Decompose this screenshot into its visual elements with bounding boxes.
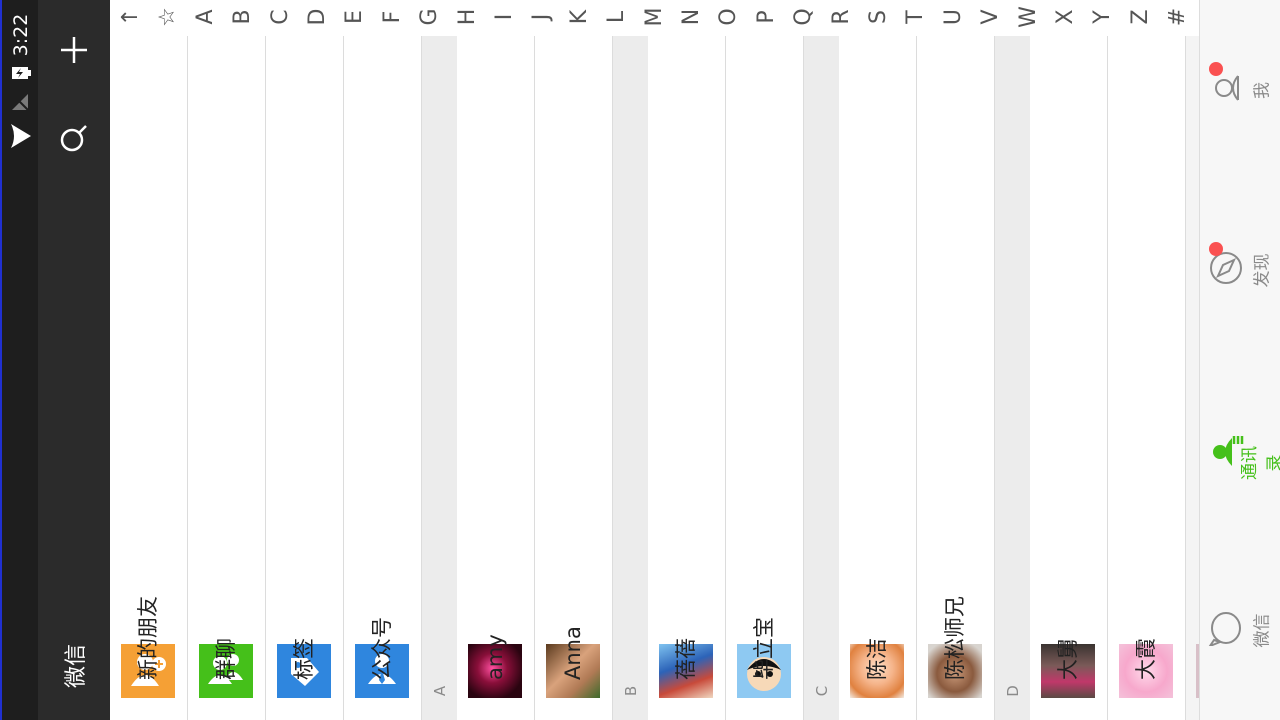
contact-row-beibei[interactable]: 蓓蓓 [648, 36, 726, 720]
contact-name: 群聊 [214, 638, 238, 680]
index-letter[interactable]: L [604, 4, 630, 30]
notification-badge [1209, 242, 1223, 256]
contact-row-anna[interactable]: Anna [535, 36, 613, 720]
index-letter[interactable]: D [305, 4, 331, 30]
section-letter: A [431, 685, 449, 697]
section-header-d: D [995, 36, 1030, 720]
contact-name: 大舅 [1056, 638, 1080, 680]
index-letter[interactable]: I [492, 4, 518, 30]
index-letter[interactable]: X [1053, 4, 1079, 30]
section-header-c: C [804, 36, 839, 720]
tab-label: 微信 [1252, 613, 1273, 648]
alphabet-index-bar[interactable]: ↑ ☆ A B C D E F G H I J K L M N O P Q R S T U V W X Y Z # [110, 0, 1199, 34]
index-letter[interactable]: Z [1128, 4, 1154, 30]
notification-badge [1209, 62, 1223, 76]
tab-me[interactable]: 我 [1200, 50, 1280, 130]
compass-icon [1208, 250, 1244, 290]
contact-row-amy[interactable]: amy [457, 36, 535, 720]
contact-row-bilibao[interactable]: 毕立宝 [726, 36, 804, 720]
contact-name: 蓓蓓 [674, 638, 698, 680]
contact-row-chensong[interactable]: 陈松师兄 [917, 36, 995, 720]
contact-row-official-accounts[interactable]: 公众号 [344, 36, 422, 720]
contact-row-chenjie[interactable]: 陈洁 [839, 36, 917, 720]
index-letter[interactable]: E [342, 4, 368, 30]
search-button[interactable] [58, 122, 90, 154]
contact-name: 陈洁 [865, 638, 889, 680]
index-letter[interactable]: B [230, 4, 256, 30]
tab-chats[interactable]: 微信 [1200, 590, 1280, 670]
tab-discover[interactable]: 发现 [1200, 230, 1280, 310]
index-letter[interactable]: K [567, 4, 593, 30]
index-letter[interactable]: P [754, 4, 780, 30]
chat-bubble-icon [1207, 610, 1244, 650]
index-letter[interactable]: W [1016, 4, 1042, 30]
index-letter[interactable]: # [1165, 4, 1191, 30]
section-letter: C [813, 685, 831, 697]
contact-name: 大霞 [1134, 638, 1158, 680]
index-letter[interactable]: J [529, 4, 555, 30]
contact-row-daxia[interactable]: 大霞 [1108, 36, 1186, 720]
contact-row-partial [1186, 36, 1199, 720]
index-letter[interactable]: Y [1090, 4, 1116, 30]
status-bar: 3:22 [0, 0, 38, 720]
index-letter[interactable]: M [642, 4, 668, 30]
contact-name: 标签 [292, 638, 316, 680]
index-letter[interactable]: A [193, 4, 219, 30]
status-time: 3:22 [10, 13, 32, 57]
profile-icon [1208, 70, 1244, 110]
contact-name: 新的朋友 [136, 596, 160, 680]
app-title: 微信 [64, 644, 89, 689]
index-letter[interactable]: F [380, 4, 406, 30]
contact-row-group-chats[interactable]: 群聊 [188, 36, 266, 720]
section-letter: B [622, 685, 640, 697]
section-header-a: A [422, 36, 457, 720]
no-signal-icon [10, 92, 32, 118]
index-letter[interactable]: T [903, 4, 929, 30]
index-letter[interactable]: U [941, 4, 967, 30]
contact-list: 新的朋友 群聊 标签 公众号 A amy Anna B 蓓蓓 毕立宝 C 陈洁 … [110, 36, 1199, 720]
contact-row-new-friends[interactable]: 新的朋友 [110, 36, 188, 720]
add-button[interactable] [58, 34, 90, 66]
tab-contacts[interactable]: 通讯录 [1200, 410, 1280, 490]
contact-name: 陈松师兄 [943, 596, 967, 680]
index-letter[interactable]: ↑ [118, 4, 144, 30]
index-letter[interactable]: O [716, 4, 742, 30]
index-letter[interactable]: R [829, 4, 855, 30]
index-letter[interactable]: Q [791, 4, 817, 30]
contact-name: 公众号 [370, 617, 394, 680]
index-letter[interactable]: C [268, 4, 294, 30]
tab-label: 通讯录 [1240, 446, 1280, 480]
search-icon [60, 125, 87, 152]
contact-name: Anna [561, 626, 585, 680]
wifi-icon [9, 122, 33, 154]
plus-icon [61, 37, 87, 63]
action-bar: 微信 [38, 0, 110, 720]
index-letter[interactable]: H [455, 4, 481, 30]
contact-name: amy [483, 634, 507, 680]
index-letter[interactable]: S [866, 4, 892, 30]
tab-label: 发现 [1252, 253, 1273, 288]
tab-bar: 我 发现 通讯录 微信 [1199, 0, 1280, 720]
contact-row-tags[interactable]: 标签 [266, 36, 344, 720]
index-letter[interactable]: G [417, 4, 443, 30]
battery-charging-icon [10, 62, 32, 88]
index-letter[interactable]: N [679, 4, 705, 30]
index-letter[interactable]: ☆ [155, 4, 181, 30]
contact-name: 毕立宝 [752, 617, 776, 680]
tab-label: 我 [1252, 82, 1273, 99]
contact-row-dajiu[interactable]: 大舅 [1030, 36, 1108, 720]
section-letter: D [1004, 685, 1022, 697]
index-letter[interactable]: V [978, 4, 1004, 30]
section-header-b: B [613, 36, 648, 720]
